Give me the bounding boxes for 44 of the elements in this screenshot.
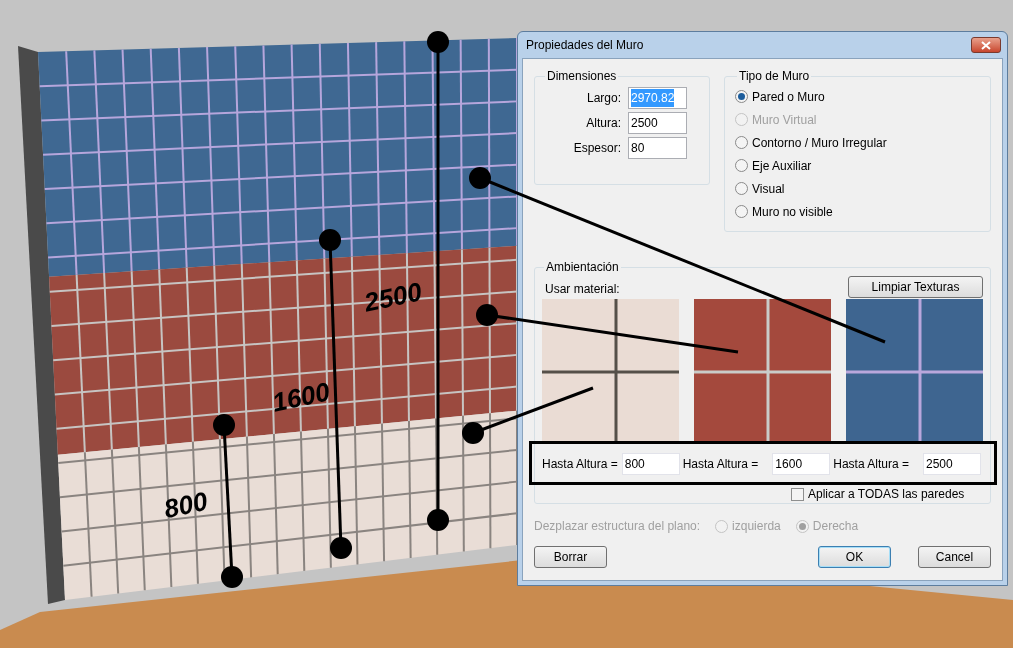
radio-label: Derecha <box>812 518 859 535</box>
close-icon <box>981 40 991 50</box>
radio-label: Pared o Muro <box>752 88 825 106</box>
input-field[interactable]: 80 <box>628 137 687 159</box>
radio-label: Contorno / Muro Irregular <box>752 134 887 152</box>
radio-button[interactable] <box>735 136 748 149</box>
input-field[interactable]: 1600 <box>772 453 831 475</box>
height-label: Hasta Altura = <box>542 456 618 473</box>
dialog-button[interactable]: OK <box>818 546 891 568</box>
close-button[interactable] <box>971 37 1001 53</box>
radio-label: Visual <box>752 180 785 198</box>
group-title: Ambientación <box>545 259 620 276</box>
dimension-label: 1600 <box>269 378 332 416</box>
radio-button[interactable] <box>735 182 748 195</box>
tile-swatch[interactable] <box>694 299 831 444</box>
material-label: Usar material: <box>545 281 620 298</box>
group-title: Tipo de Muro <box>738 68 811 85</box>
radio-label: Eje Auxiliar <box>752 157 812 175</box>
tile-swatch[interactable] <box>542 299 679 444</box>
checkbox-label: Aplicar a TODAS las paredes <box>808 486 965 503</box>
dimension-label: 2500 <box>361 278 424 316</box>
radio-button[interactable] <box>735 205 748 218</box>
tile-swatch[interactable] <box>846 299 983 444</box>
field-label: Espesor: <box>573 140 621 157</box>
radio-button[interactable] <box>735 159 748 172</box>
shift-label: Dezplazar estructura del plano: <box>534 518 701 535</box>
dialog-button[interactable]: Cancel <box>918 546 991 568</box>
height-label: Hasta Altura = <box>682 456 759 473</box>
checkbox[interactable] <box>791 487 804 501</box>
radio-label: Muro no visible <box>752 203 833 221</box>
window-title: Propiedades del Muro <box>526 37 644 54</box>
input-field[interactable]: 2500 <box>628 112 687 134</box>
input-field[interactable]: 800 <box>621 453 680 475</box>
radio-button[interactable] <box>735 90 748 103</box>
radio-label: Muro Virtual <box>752 111 817 129</box>
height-label: Hasta Altura = <box>833 456 909 473</box>
field-label: Largo: <box>586 90 621 107</box>
dialog-button[interactable]: Borrar <box>534 546 607 568</box>
input-field[interactable]: 2500 <box>923 453 981 475</box>
group-title: Dimensiones <box>546 68 618 85</box>
radio-label: izquierda <box>732 518 781 535</box>
field-label: Altura: <box>586 115 621 132</box>
dimension-label: 800 <box>161 487 210 523</box>
dialog-button[interactable]: Limpiar Texturas <box>848 276 983 298</box>
